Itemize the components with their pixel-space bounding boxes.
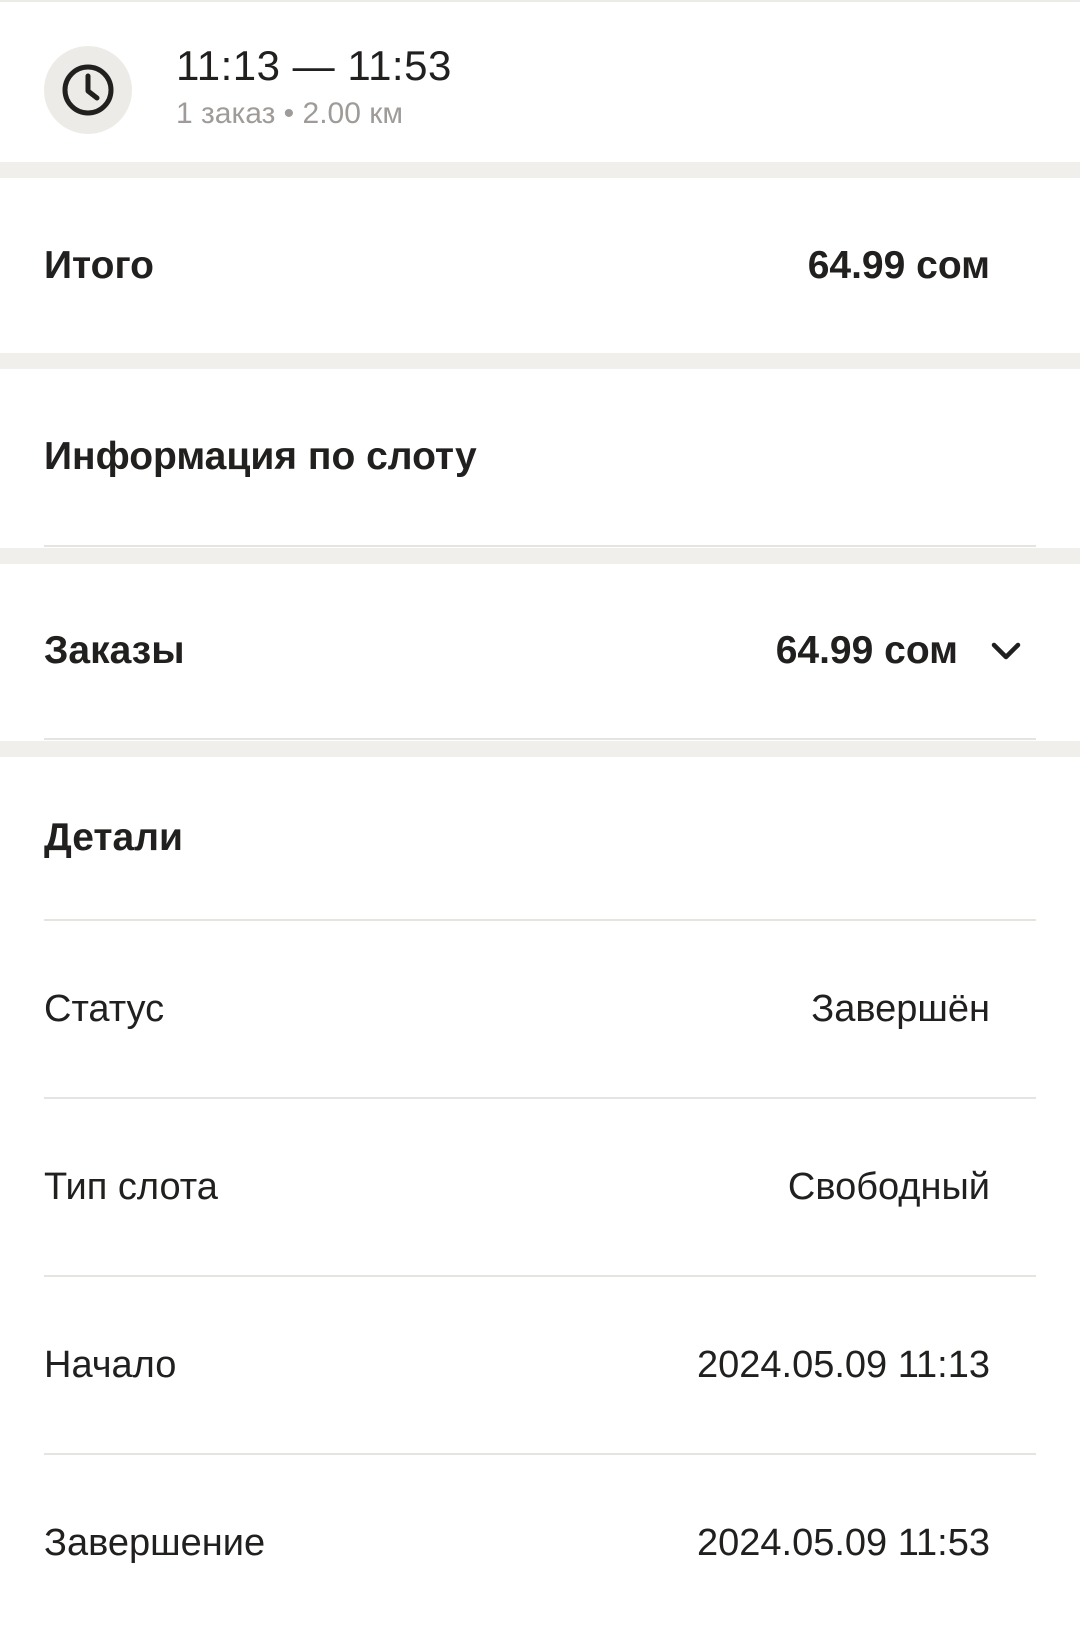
detail-row-end: Завершение 2024.05.09 11:53 (44, 1455, 1036, 1631)
detail-row-start: Начало 2024.05.09 11:13 (44, 1277, 1036, 1453)
section-separator (0, 353, 1080, 369)
detail-row-slot-type: Тип слота Свободный (44, 1099, 1036, 1275)
detail-row-status: Статус Завершён (44, 921, 1036, 1097)
slot-summary: 1 заказ • 2.00 км (176, 97, 403, 130)
section-separator (0, 548, 1080, 564)
details-title: Детали (44, 816, 183, 859)
clock-icon-container (44, 46, 132, 134)
orders-value: 64.99 сом (775, 629, 958, 672)
orders-section: Заказы 64.99 сом (0, 564, 1080, 741)
clock-icon (62, 64, 114, 116)
divider (44, 545, 1036, 547)
slot-type-value: Свободный (787, 1165, 990, 1208)
slot-info-title: Информация по слоту (44, 435, 477, 478)
total-section: Итого 64.99 сом (0, 178, 1080, 353)
slot-info-section: Информация по слоту (0, 369, 1080, 548)
details-section: Детали Статус Завершён Тип слота Свободн… (0, 757, 1080, 1646)
start-value: 2024.05.09 11:13 (696, 1343, 990, 1386)
orders-row[interactable]: Заказы 64.99 сом (44, 564, 1036, 738)
total-label: Итого (44, 243, 154, 287)
start-label: Начало (44, 1343, 177, 1386)
section-separator (0, 741, 1080, 757)
total-value: 64.99 сом (807, 243, 990, 287)
slot-details-screen: 11:13 — 11:53 1 заказ • 2.00 км Итого 64… (0, 0, 1080, 1646)
end-value: 2024.05.09 11:53 (696, 1521, 990, 1564)
section-separator (0, 162, 1080, 178)
slot-time-range: 11:13 — 11:53 (176, 42, 452, 89)
status-label: Статус (44, 987, 165, 1030)
orders-label: Заказы (44, 629, 185, 672)
slot-type-label: Тип слота (44, 1165, 218, 1208)
orders-value-group: 64.99 сом (776, 629, 1036, 673)
end-label: Завершение (44, 1521, 266, 1564)
slot-header: 11:13 — 11:53 1 заказ • 2.00 км (0, 2, 1080, 162)
chevron-down-icon[interactable] (988, 633, 1024, 669)
status-value: Завершён (811, 987, 990, 1030)
divider (44, 738, 1036, 740)
